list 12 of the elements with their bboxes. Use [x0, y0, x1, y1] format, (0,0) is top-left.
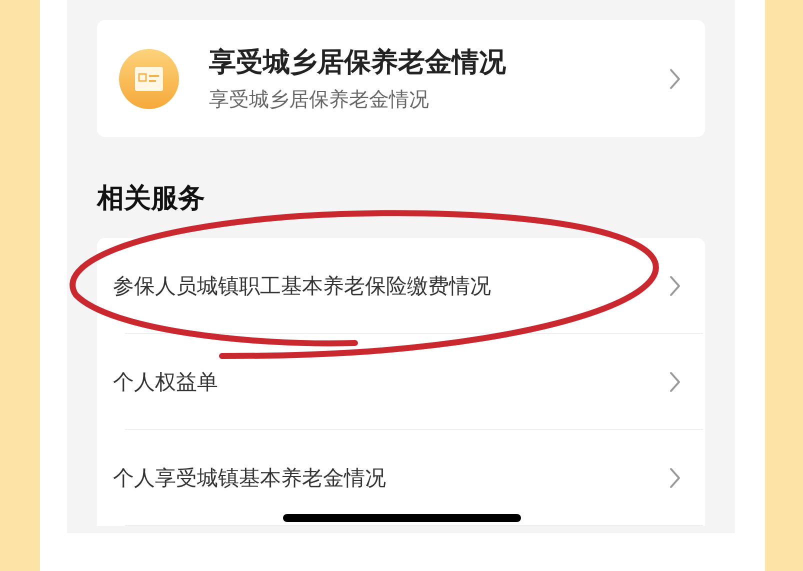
chevron-right-icon: [669, 466, 681, 488]
service-item[interactable]: 参保人员城镇职工基本养老保险缴费情况: [97, 238, 705, 333]
chevron-right-icon: [669, 370, 681, 392]
section-title: 相关服务: [97, 182, 205, 216]
info-card[interactable]: 享受城乡居保养老金情况 享受城乡居保养老金情况: [97, 20, 705, 137]
card-title: 享受城乡居保养老金情况: [209, 46, 507, 80]
service-item[interactable]: 个人权益单: [97, 334, 705, 429]
document-icon: [118, 48, 180, 110]
chevron-right-icon: [669, 274, 681, 296]
chevron-right-icon: [669, 68, 681, 90]
card-subtitle: 享受城乡居保养老金情况: [209, 86, 430, 112]
service-item[interactable]: 个人享受城镇基本养老金情况: [97, 430, 705, 525]
